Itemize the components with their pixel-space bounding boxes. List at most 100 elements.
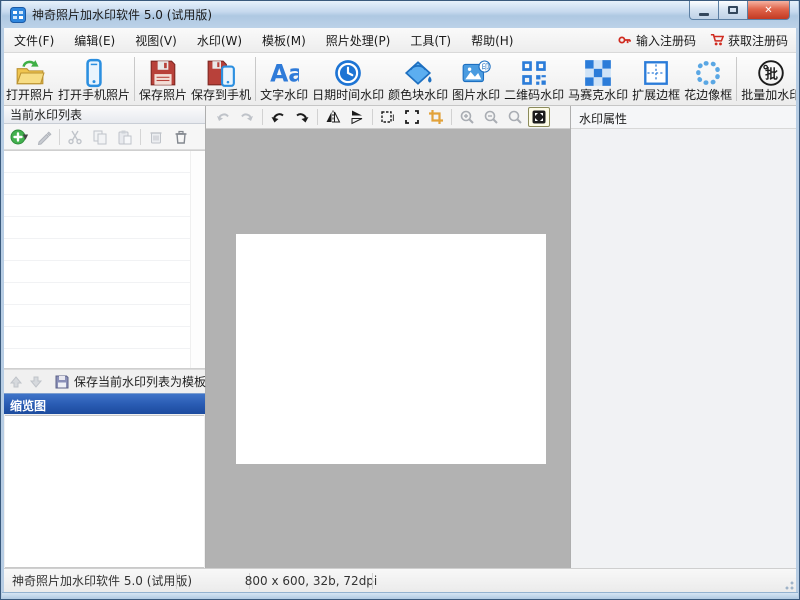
batch-watermark-button[interactable]: 批 批量加水印 <box>739 53 796 105</box>
cart-icon <box>710 33 724 46</box>
list-row <box>4 349 190 368</box>
paste-watermark-button[interactable] <box>114 127 136 147</box>
app-icon <box>10 6 26 23</box>
crop-button[interactable] <box>425 107 447 127</box>
rotate-left-icon <box>271 113 284 123</box>
scissors-icon <box>68 130 82 144</box>
canvas-toolbar: I <box>206 106 570 129</box>
menu-tools[interactable]: 工具(T) <box>400 28 461 53</box>
left-panel: 当前水印列表 ▼ 保存当前水印列表为模板 缩览图 <box>4 106 206 568</box>
dropdown-caret-icon: ▼ <box>22 132 29 141</box>
flip-vertical-button[interactable] <box>346 107 368 127</box>
clear-all-button[interactable] <box>170 127 192 147</box>
menu-watermark[interactable]: 水印(W) <box>187 28 252 53</box>
close-button[interactable]: ✕ <box>748 1 790 20</box>
list-row <box>4 327 190 349</box>
menu-view[interactable]: 视图(V) <box>125 28 187 53</box>
expand-icon <box>405 110 419 124</box>
lace-frame-button[interactable]: 花边像框 <box>682 53 734 105</box>
edit-watermark-button[interactable] <box>33 127 55 147</box>
mosaic-watermark-icon <box>583 57 613 88</box>
zoom-actual-icon <box>508 110 522 124</box>
datetime-watermark-icon <box>333 57 363 88</box>
canvas-column: I <box>206 106 571 568</box>
separator <box>451 109 452 125</box>
list-row <box>4 217 190 239</box>
watermark-properties-body <box>571 129 796 568</box>
open-phone-photo-button[interactable]: 打开手机照片 <box>56 53 132 105</box>
app-window: 神奇照片加水印软件 5.0 (试用版) ✕ 文件(F) 编辑(E) 视图(V) … <box>0 0 800 600</box>
mosaic-watermark-button[interactable]: 马赛克水印 <box>566 53 630 105</box>
expand-canvas-button[interactable] <box>401 107 423 127</box>
photo-canvas[interactable] <box>236 234 546 464</box>
toolbar-separator <box>736 57 738 101</box>
flip-horizontal-button[interactable] <box>322 107 344 127</box>
watermark-list[interactable] <box>4 150 205 369</box>
copy-watermark-button[interactable] <box>89 127 111 147</box>
menu-edit[interactable]: 编辑(E) <box>64 28 125 53</box>
menu-help[interactable]: 帮助(H) <box>461 28 523 53</box>
undo-icon <box>217 113 229 121</box>
batch-watermark-icon: 批 <box>756 57 786 88</box>
save-template-button[interactable] <box>54 372 70 392</box>
list-bottombar: 保存当前水印列表为模板 <box>4 369 206 393</box>
datetime-watermark-button[interactable]: 日期时间水印 <box>310 53 386 105</box>
flip-horizontal-icon <box>326 110 341 124</box>
zoom-actual-button[interactable] <box>504 107 526 127</box>
text-watermark-button[interactable]: Aa 文字水印 <box>258 53 310 105</box>
minimize-button[interactable] <box>689 1 719 20</box>
arrow-up-icon <box>9 375 23 387</box>
color-block-watermark-button[interactable]: 颜色块水印 <box>386 53 450 105</box>
paste-icon <box>118 130 132 144</box>
cut-watermark-button[interactable] <box>64 127 86 147</box>
zoom-out-button[interactable] <box>480 107 502 127</box>
save-template-icon <box>55 375 69 388</box>
zoom-out-icon <box>484 110 498 124</box>
qrcode-watermark-icon <box>519 57 549 88</box>
register-area: 输入注册码 获取注册码 <box>618 32 796 49</box>
statusbar: 神奇照片加水印软件 5.0 (试用版) 800 x 600, 32b, 72dp… <box>4 568 796 592</box>
save-template-label[interactable]: 保存当前水印列表为模板 <box>74 373 206 390</box>
undo-button[interactable] <box>212 107 234 127</box>
rotate-left-button[interactable] <box>267 107 289 127</box>
resize-grip[interactable] <box>782 578 794 590</box>
qrcode-watermark-button[interactable]: 二维码水印 <box>502 53 566 105</box>
get-regcode-link[interactable]: 获取注册码 <box>710 32 788 49</box>
save-to-phone-button[interactable]: 保存到手机 <box>189 53 253 105</box>
menu-file[interactable]: 文件(F) <box>4 28 64 53</box>
redo-button[interactable] <box>236 107 258 127</box>
titlebar[interactable]: 神奇照片加水印软件 5.0 (试用版) ✕ <box>2 1 798 28</box>
redo-icon <box>241 113 253 121</box>
move-down-button[interactable] <box>28 372 44 392</box>
crop-icon <box>429 110 443 124</box>
open-photo-icon <box>15 57 45 88</box>
statusbar-app-name: 神奇照片加水印软件 5.0 (试用版) <box>12 574 193 588</box>
move-up-button[interactable] <box>8 372 24 392</box>
rotate-right-button[interactable] <box>291 107 313 127</box>
expand-border-button[interactable]: 扩展边框 <box>630 53 682 105</box>
maximize-button[interactable] <box>719 1 748 20</box>
delete-watermark-button[interactable] <box>145 127 167 147</box>
zoom-fit-button[interactable] <box>528 107 550 127</box>
zoom-in-button[interactable] <box>456 107 478 127</box>
add-watermark-button[interactable]: ▼ <box>8 127 30 147</box>
list-row <box>4 195 190 217</box>
separator <box>372 109 373 125</box>
separator <box>262 109 263 125</box>
resize-canvas-button[interactable]: I <box>377 107 399 127</box>
menu-template[interactable]: 模板(M) <box>252 28 316 53</box>
image-watermark-button[interactable]: 印 图片水印 <box>450 53 502 105</box>
statusbar-spacer <box>177 569 249 592</box>
image-watermark-icon: 印 <box>461 57 491 88</box>
save-photo-button[interactable]: 保存照片 <box>137 53 189 105</box>
statusbar-image-info: 800 x 600, 32b, 72dpi <box>244 573 378 588</box>
separator <box>317 109 318 125</box>
menu-photo-process[interactable]: 照片处理(P) <box>316 28 401 53</box>
statusbar-rest <box>373 569 796 592</box>
main-toolbar: 打开照片 打开手机照片 保存照片 保存到手机 Aa 文字水印 日期时间水印 颜色… <box>4 53 796 106</box>
thumbnail-area <box>5 415 204 568</box>
flip-vertical-icon <box>351 110 363 125</box>
enter-regcode-link[interactable]: 输入注册码 <box>618 32 696 49</box>
open-photo-button[interactable]: 打开照片 <box>4 53 56 105</box>
trash-icon <box>175 130 187 144</box>
